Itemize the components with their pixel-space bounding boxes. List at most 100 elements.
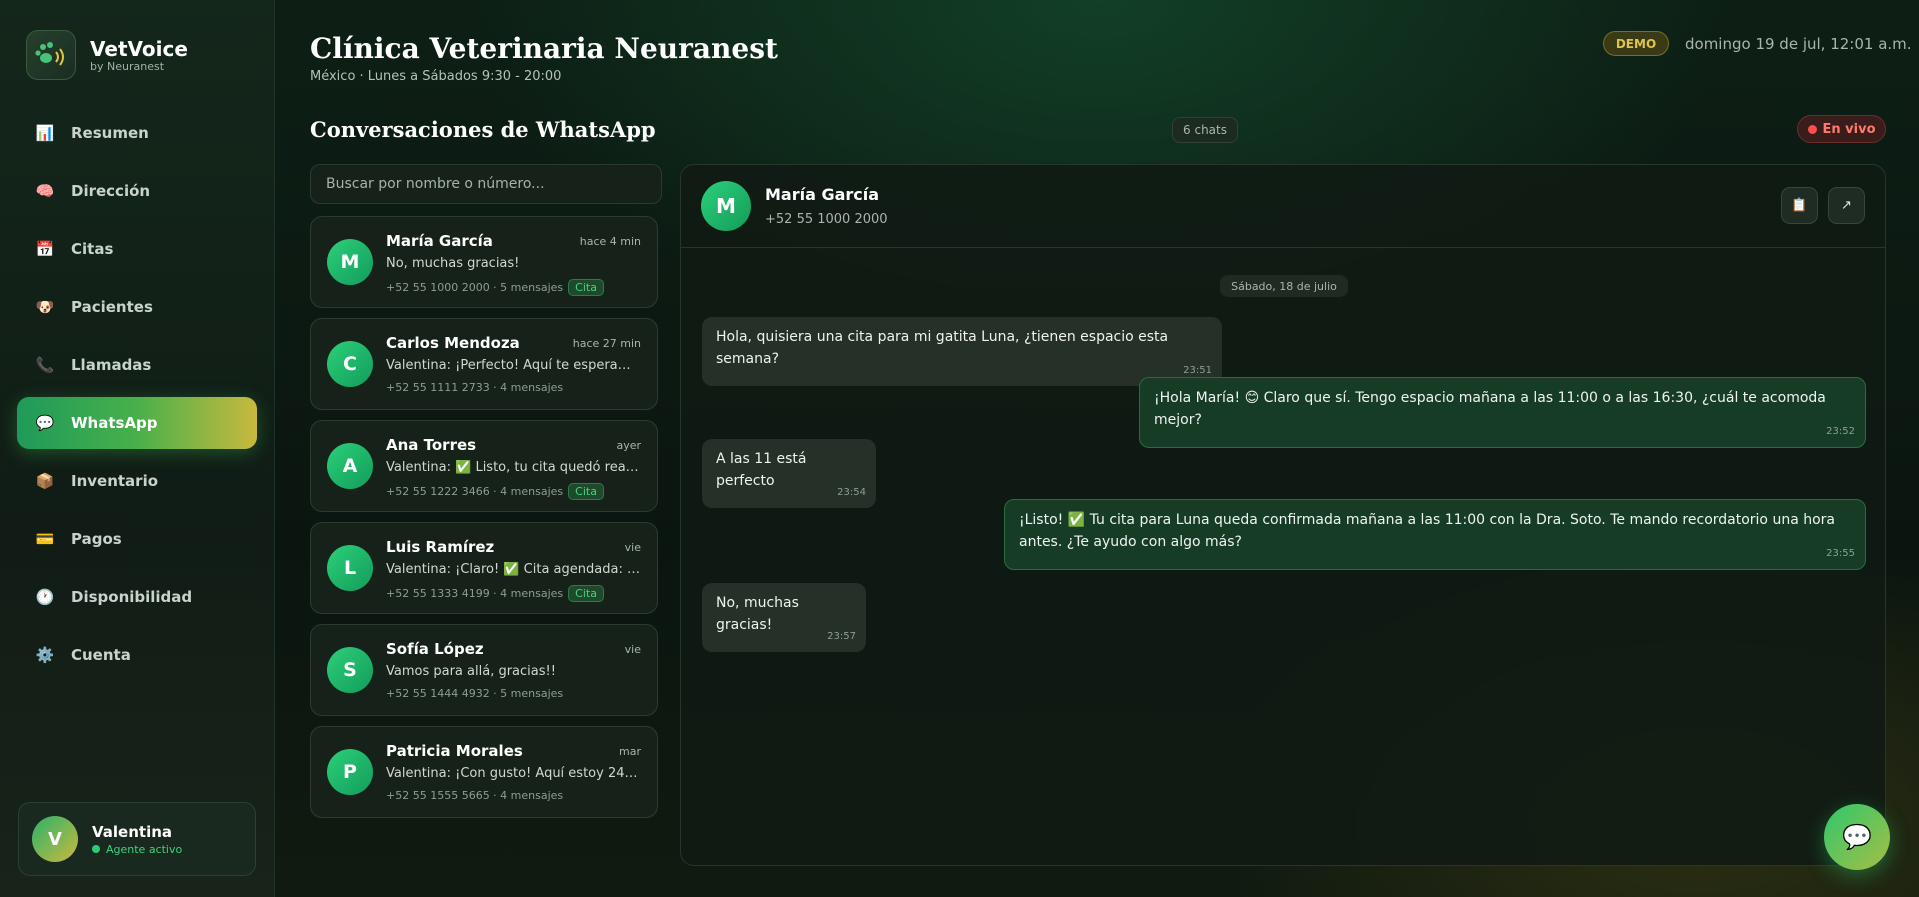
chat-meta-text: +52 55 1444 4932 · 5 mensajes <box>386 687 564 700</box>
sidebar-item-label: Pacientes <box>71 298 153 316</box>
sidebar-item-direccion[interactable]: 🧠 Dirección <box>17 165 257 217</box>
message-incoming: A las 11 está perfecto 23:54 <box>702 439 876 508</box>
chat-item-patricia-morales[interactable]: P Patricia Morales mar Valentina: ¡Con g… <box>310 726 658 818</box>
avatar: S <box>327 647 373 693</box>
agent-status-label: Agente activo <box>106 842 183 856</box>
clock-icon: 🕐 <box>35 588 55 606</box>
brain-icon: 🧠 <box>35 182 55 200</box>
sidebar-item-label: Disponibilidad <box>71 588 193 606</box>
live-label: En vivo <box>1822 121 1876 137</box>
agent-card[interactable]: V Valentina Agente activo <box>18 802 256 876</box>
chat-preview: Valentina: ¡Perfecto! Aquí te esperamos … <box>386 358 641 373</box>
gear-icon: ⚙️ <box>35 646 55 664</box>
message-text: No, muchas gracias! <box>716 595 799 633</box>
chat-time: hace 4 min <box>579 235 641 248</box>
live-badge: En vivo <box>1797 115 1886 143</box>
sidebar-item-label: Cuenta <box>71 646 131 664</box>
open-external-button[interactable]: ↗ <box>1828 187 1865 224</box>
sidebar-item-disponibilidad[interactable]: 🕐 Disponibilidad <box>17 571 257 623</box>
search-input[interactable] <box>310 164 662 204</box>
sidebar-item-label: WhatsApp <box>71 414 158 432</box>
message-time: 23:52 <box>1826 426 1855 437</box>
message-time: 23:57 <box>827 631 856 642</box>
chat-name: Luis Ramírez <box>386 538 495 556</box>
avatar: P <box>327 749 373 795</box>
page-subtitle: México · Lunes a Sábados 9:30 - 20:00 <box>310 69 562 84</box>
clipboard-button[interactable]: 📋 <box>1781 187 1818 224</box>
brand-subtitle: by Neuranest <box>90 59 165 73</box>
sidebar-item-label: Llamadas <box>71 356 152 374</box>
credit-card-icon: 💳 <box>35 530 55 548</box>
chat-name: Sofía López <box>386 640 484 658</box>
brand[interactable]: VetVoice by Neuranest <box>26 30 188 80</box>
sidebar-item-cuenta[interactable]: ⚙️ Cuenta <box>17 629 257 681</box>
bar-chart-icon: 📊 <box>35 124 55 142</box>
chat-item-maria-garcia[interactable]: M María García hace 4 min No, muchas gra… <box>310 216 658 308</box>
demo-badge: DEMO <box>1603 31 1669 56</box>
message-time: 23:55 <box>1826 548 1855 559</box>
chat-preview: No, muchas gracias! <box>386 256 520 271</box>
avatar: C <box>327 341 373 387</box>
chat-time: mar <box>619 745 641 758</box>
message-text: ¡Listo! ✅ Tu cita para Luna queda confir… <box>1019 512 1835 550</box>
message-time: 23:54 <box>837 487 866 498</box>
speech-bubble-icon: 💬 <box>35 414 55 432</box>
live-dot-icon <box>1807 124 1817 134</box>
chat-meta-text: +52 55 1555 5665 · 4 mensajes <box>386 789 564 802</box>
sidebar-item-label: Pagos <box>71 530 122 548</box>
chat-meta-text: +52 55 1333 4199 · 4 mensajes <box>386 587 564 600</box>
avatar: V <box>32 816 78 862</box>
chat-meta-text: +52 55 1111 2733 · 4 mensajes <box>386 381 564 394</box>
current-datetime: domingo 19 de jul, 12:01 a.m. <box>1685 35 1912 53</box>
message-incoming: Hola, quisiera una cita para mi gatita L… <box>702 317 1222 386</box>
message-outgoing: ¡Listo! ✅ Tu cita para Luna queda confir… <box>1004 499 1866 570</box>
chat-meta: +52 55 1555 5665 · 4 mensajes <box>386 789 563 802</box>
chat-item-carlos-mendoza[interactable]: C Carlos Mendoza hace 27 min Valentina: … <box>310 318 658 410</box>
avatar: M <box>327 239 373 285</box>
chat-fab-button[interactable]: 💬 <box>1824 804 1890 870</box>
chat-preview: Vamos para allá, gracias!! <box>386 664 556 679</box>
message-incoming: No, muchas gracias! 23:57 <box>702 583 866 652</box>
clipboard-icon: 📋 <box>1791 198 1808 213</box>
sidebar-item-label: Dirección <box>71 182 151 200</box>
sidebar-item-inventario[interactable]: 📦 Inventario <box>17 455 257 507</box>
chats-count-badge: 6 chats <box>1172 117 1238 143</box>
sidebar-item-pagos[interactable]: 💳 Pagos <box>17 513 257 565</box>
sidebar-item-citas[interactable]: 📅 Citas <box>17 223 257 275</box>
message-outgoing: ¡Hola María! 😊 Claro que sí. Tengo espac… <box>1139 377 1866 448</box>
sidebar-item-pacientes[interactable]: 🐶 Pacientes <box>17 281 257 333</box>
chat-time: vie <box>624 643 641 656</box>
chat-item-sofia-lopez[interactable]: S Sofía López vie Vamos para allá, graci… <box>310 624 658 716</box>
chat-time: ayer <box>616 439 641 452</box>
contact-name: María García <box>765 185 880 204</box>
external-link-icon: ↗ <box>1841 198 1852 213</box>
page-title: Clínica Veterinaria Neuranest <box>310 32 778 65</box>
chat-meta: +52 55 1111 2733 · 4 mensajes <box>386 381 563 394</box>
chat-bubble-icon: 💬 <box>1842 823 1872 851</box>
chat-preview: Valentina: ¡Claro! ✅ Cita agendada: sába… <box>386 562 641 577</box>
agent-status: Agente activo <box>92 843 182 856</box>
chat-item-ana-torres[interactable]: A Ana Torres ayer Valentina: ✅ Listo, tu… <box>310 420 658 512</box>
avatar: A <box>327 443 373 489</box>
sidebar-item-resumen[interactable]: 📊 Resumen <box>17 107 257 159</box>
section-title: Conversaciones de WhatsApp <box>310 117 656 142</box>
chat-item-luis-ramirez[interactable]: L Luis Ramírez vie Valentina: ¡Claro! ✅ … <box>310 522 658 614</box>
sidebar-item-llamadas[interactable]: 📞 Llamadas <box>17 339 257 391</box>
conversation-header: M María García +52 55 1000 2000 📋 ↗ <box>681 165 1885 248</box>
sidebar-item-whatsapp[interactable]: 💬 WhatsApp <box>17 397 257 449</box>
cita-tag: Cita <box>568 483 604 500</box>
chat-name: Carlos Mendoza <box>386 334 520 352</box>
avatar: M <box>701 181 751 231</box>
chat-time: vie <box>624 541 641 554</box>
day-separator: Sábado, 18 de julio <box>1220 275 1348 297</box>
chat-preview: Valentina: ¡Con gusto! Aquí estoy 24/7 p… <box>386 766 641 781</box>
message-text: Hola, quisiera una cita para mi gatita L… <box>716 329 1169 367</box>
message-text: ¡Hola María! 😊 Claro que sí. Tengo espac… <box>1154 390 1826 428</box>
chat-preview: Valentina: ✅ Listo, tu cita quedó reagen… <box>386 460 641 475</box>
package-icon: 📦 <box>35 472 55 490</box>
chat-meta: +52 55 1444 4932 · 5 mensajes <box>386 687 563 700</box>
chat-name: Patricia Morales <box>386 742 523 760</box>
calendar-icon: 📅 <box>35 240 55 258</box>
phone-icon: 📞 <box>35 356 55 374</box>
paw-voice-icon <box>26 30 76 80</box>
